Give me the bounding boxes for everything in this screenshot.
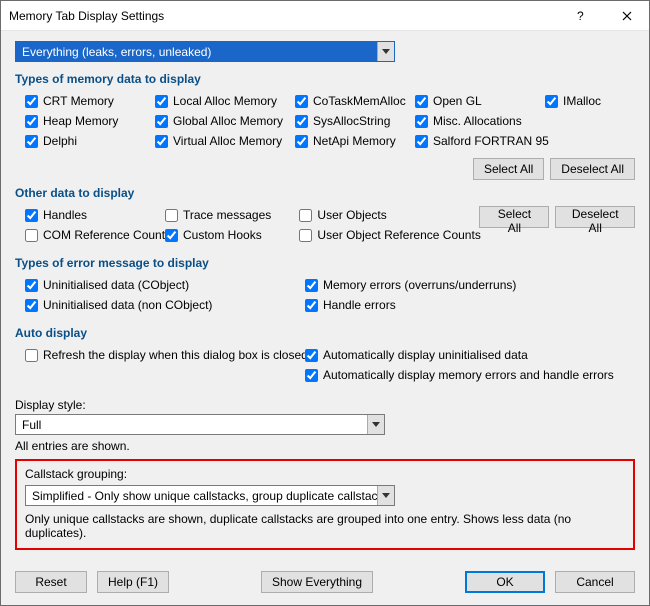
chk-cotask[interactable]: CoTaskMemAlloc xyxy=(295,92,415,110)
memtype-buttons: Select All Deselect All xyxy=(15,158,635,180)
chk-heap[interactable]: Heap Memory xyxy=(25,112,155,130)
error-types-grid: Uninitialised data (CObject) Uninitialis… xyxy=(15,276,635,316)
preset-dropdown-text: Everything (leaks, errors, unleaked) xyxy=(16,45,377,59)
titlebar: Memory Tab Display Settings ? xyxy=(1,1,649,31)
chk-opengl[interactable]: Open GL xyxy=(415,92,545,110)
chk-uninit-nc[interactable]: Uninitialised data (non CObject) xyxy=(25,296,305,314)
section-auto-display: Auto display xyxy=(15,326,635,340)
display-style-label: Display style: xyxy=(15,398,635,412)
chk-custom[interactable]: Custom Hooks xyxy=(165,226,299,244)
chk-auto-uninit[interactable]: Automatically display uninitialised data xyxy=(305,346,614,364)
dialog-content: Everything (leaks, errors, unleaked) Typ… xyxy=(1,31,649,605)
show-everything-button[interactable]: Show Everything xyxy=(261,571,373,593)
reset-button[interactable]: Reset xyxy=(15,571,87,593)
chk-userobjref[interactable]: User Object Reference Counts xyxy=(299,226,479,244)
section-error-types: Types of error message to display xyxy=(15,256,635,270)
chk-trace[interactable]: Trace messages xyxy=(165,206,299,224)
chk-userobj[interactable]: User Objects xyxy=(299,206,479,224)
section-other-data: Other data to display xyxy=(15,186,635,200)
chk-delphi[interactable]: Delphi xyxy=(25,132,155,150)
chk-memerr[interactable]: Memory errors (overruns/underruns) xyxy=(305,276,516,294)
close-icon[interactable] xyxy=(604,1,649,30)
chk-comref[interactable]: COM Reference Counts xyxy=(25,226,165,244)
memory-types-grid: CRT Memory Heap Memory Delphi Local Allo… xyxy=(15,92,635,152)
cancel-button[interactable]: Cancel xyxy=(555,571,635,593)
dialog-footer: Reset Help (F1) Show Everything OK Cance… xyxy=(15,571,635,593)
chk-salford[interactable]: Salford FORTRAN 95 xyxy=(415,132,545,150)
chk-crt[interactable]: CRT Memory xyxy=(25,92,155,110)
chk-handles[interactable]: Handles xyxy=(25,206,165,224)
chk-refresh[interactable]: Refresh the display when this dialog box… xyxy=(25,346,305,364)
other-data-grid: Handles COM Reference Counts Trace messa… xyxy=(15,206,635,246)
deselect-all-mem-button[interactable]: Deselect All xyxy=(550,158,635,180)
display-style-text: Full xyxy=(16,418,367,432)
chk-uninit-c[interactable]: Uninitialised data (CObject) xyxy=(25,276,305,294)
chevron-down-icon xyxy=(377,486,394,505)
chk-sysalloc[interactable]: SysAllocString xyxy=(295,112,415,130)
callstack-dropdown-text: Simplified - Only show unique callstacks… xyxy=(26,489,377,503)
svg-text:?: ? xyxy=(577,10,584,22)
select-all-mem-button[interactable]: Select All xyxy=(473,158,544,180)
callstack-label: Callstack grouping: xyxy=(25,467,625,481)
display-style-dropdown[interactable]: Full xyxy=(15,414,385,435)
ok-button[interactable]: OK xyxy=(465,571,545,593)
chk-local[interactable]: Local Alloc Memory xyxy=(155,92,295,110)
chk-global[interactable]: Global Alloc Memory xyxy=(155,112,295,130)
select-all-other-button[interactable]: Select All xyxy=(479,206,549,228)
callstack-dropdown[interactable]: Simplified - Only show unique callstacks… xyxy=(25,485,395,506)
chk-virtual[interactable]: Virtual Alloc Memory xyxy=(155,132,295,150)
auto-display-grid: Refresh the display when this dialog box… xyxy=(15,346,635,386)
chk-handleerr[interactable]: Handle errors xyxy=(305,296,516,314)
help-icon[interactable]: ? xyxy=(559,1,604,30)
deselect-all-other-button[interactable]: Deselect All xyxy=(555,206,635,228)
chevron-down-icon xyxy=(367,415,384,434)
help-button[interactable]: Help (F1) xyxy=(97,571,169,593)
chk-imalloc[interactable]: IMalloc xyxy=(545,92,625,110)
dialog-window: Memory Tab Display Settings ? Everything… xyxy=(0,0,650,606)
callstack-note: Only unique callstacks are shown, duplic… xyxy=(25,512,625,540)
chk-auto-memhandle[interactable]: Automatically display memory errors and … xyxy=(305,366,614,384)
display-style-note: All entries are shown. xyxy=(15,439,635,453)
chk-misc[interactable]: Misc. Allocations xyxy=(415,112,545,130)
chevron-down-icon xyxy=(377,42,394,61)
section-memory-types: Types of memory data to display xyxy=(15,72,635,86)
chk-netapi[interactable]: NetApi Memory xyxy=(295,132,415,150)
callstack-group-box: Callstack grouping: Simplified - Only sh… xyxy=(15,459,635,550)
preset-dropdown[interactable]: Everything (leaks, errors, unleaked) xyxy=(15,41,395,62)
window-title: Memory Tab Display Settings xyxy=(1,9,559,23)
